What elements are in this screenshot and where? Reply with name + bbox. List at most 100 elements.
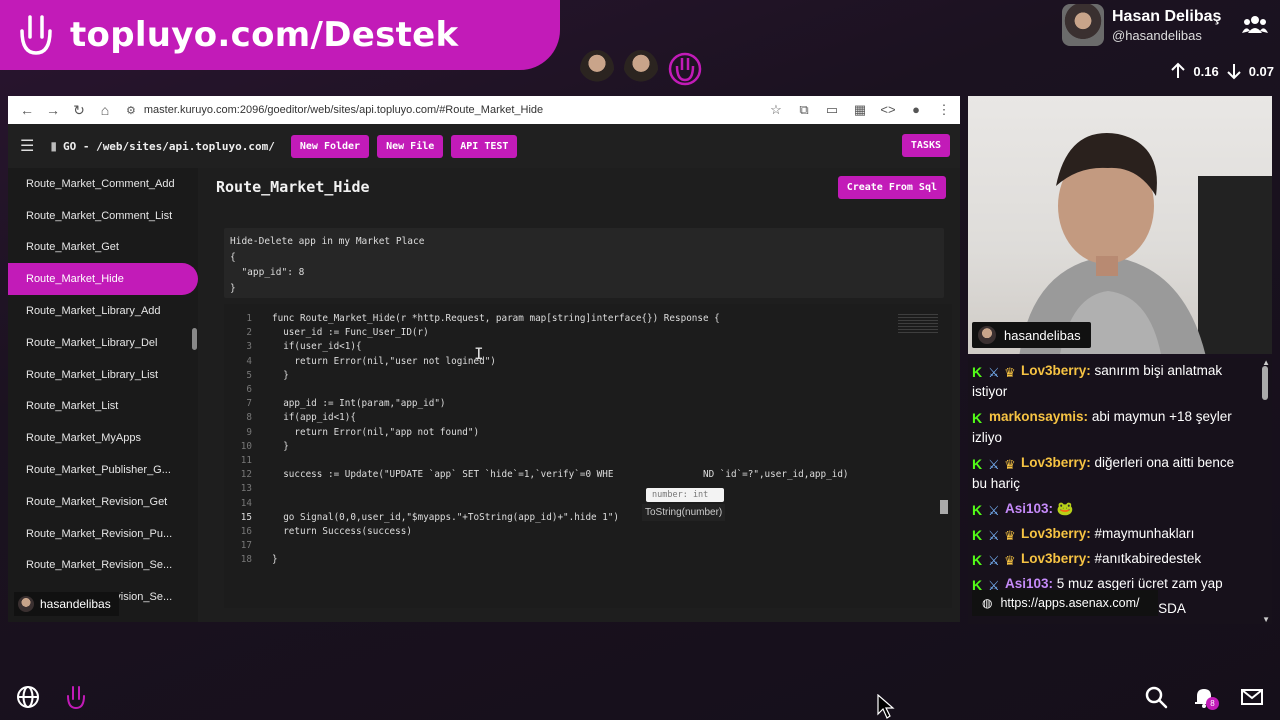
code-line[interactable]: 8 if(app_id<1){: [224, 411, 914, 425]
sidebar-item[interactable]: Route_Market_Revision_Pu...: [8, 518, 198, 550]
url-field[interactable]: ⚙ master.kuruyo.com:2096/goeditor/web/si…: [126, 104, 768, 117]
sidebar-item[interactable]: Route_Market_Library_Del: [8, 327, 198, 359]
code-line[interactable]: 12 success := Update("UPDATE `app` SET `…: [224, 468, 914, 482]
devtools-icon[interactable]: <>: [880, 102, 896, 118]
topluyo-logo-icon[interactable]: [63, 684, 89, 710]
line-number: 7: [246, 398, 252, 410]
chat-text: 5 muz asgeri ücret zam yap: [1056, 576, 1223, 591]
sidebar-item[interactable]: Route_Market_Revision_Get: [8, 486, 198, 518]
chat-message: K ⚔ Asi103: 🐸: [968, 496, 1272, 521]
sidebar-item[interactable]: Route_Market_Library_List: [8, 359, 198, 391]
chat-username[interactable]: Lov3berry:: [1021, 526, 1091, 541]
line-number: 16: [240, 526, 252, 537]
new-file-button[interactable]: New File: [377, 134, 444, 158]
streamer-profile[interactable]: Hasan Delibaş @hasandelibas: [1062, 4, 1221, 46]
sidebar-item[interactable]: Route_Market_Revision_Se...: [8, 550, 198, 582]
code-line[interactable]: 7 app_id := Int(param,"app_id"): [224, 397, 914, 411]
line-number: 2: [246, 327, 252, 339]
code-line[interactable]: 11: [224, 454, 914, 468]
site-info-icon[interactable]: ⚙: [126, 104, 136, 117]
people-icon[interactable]: [1242, 14, 1268, 34]
sidebar-item[interactable]: Route_Market_Publisher_G...: [8, 454, 198, 486]
chat-username[interactable]: markonsaymis:: [989, 409, 1088, 424]
home-icon[interactable]: ⌂: [94, 99, 116, 121]
code-line[interactable]: 4 return Error(nil,"user not logined"): [224, 355, 914, 369]
code-line[interactable]: 6: [224, 383, 914, 397]
scroll-down-icon[interactable]: ▼: [1262, 615, 1270, 624]
globe-icon: ◍: [982, 596, 993, 610]
browser-actions: ☆ ⧉ ▭ ▦ <> ● ⋮: [768, 102, 952, 118]
chat-scrollbar[interactable]: [1262, 366, 1268, 400]
apps-icon[interactable]: ▦: [852, 102, 868, 118]
chat-badges: K⚔: [972, 575, 1002, 593]
code-line[interactable]: 9 return Error(nil,"app not found"): [224, 426, 914, 440]
sidebar-item[interactable]: Route_Market_Library_Add: [8, 295, 198, 327]
code-scrollbar[interactable]: [940, 500, 948, 514]
chat-username[interactable]: Asi103:: [1005, 576, 1053, 591]
brand-text: topluyo.com/Destek: [70, 15, 459, 55]
code-editor[interactable]: 1 func Route_Market_Hide(r *http.Request,…: [224, 304, 952, 608]
globe-icon[interactable]: [15, 684, 41, 710]
code-line[interactable]: 1 func Route_Market_Hide(r *http.Request,…: [224, 312, 914, 326]
new-folder-button[interactable]: New Folder: [290, 134, 370, 158]
line-number: 10: [240, 440, 252, 452]
signature-tooltip: ToString(number): [642, 504, 726, 521]
hamburger-menu-icon[interactable]: ☰: [20, 136, 34, 156]
notification-badge: 8: [1206, 697, 1219, 710]
forward-icon[interactable]: →: [42, 99, 64, 121]
api-test-button[interactable]: API TEST: [451, 134, 518, 158]
download-value: 0.07: [1248, 63, 1274, 79]
page-title: Route_Market_Hide: [216, 178, 370, 196]
code-minimap[interactable]: [898, 314, 938, 334]
code-line[interactable]: 5 }: [224, 369, 914, 383]
sidebar-item[interactable]: Route_Market_Comment_Add: [8, 168, 198, 200]
topluyo-logo-icon: [20, 15, 52, 55]
sword-badge-icon: ⚔: [988, 528, 1000, 543]
kick-badge-icon: K: [972, 577, 983, 593]
code-line[interactable]: 15 go Signal(0,0,user_id,"$myapps."+ToSt…: [224, 511, 914, 525]
code-line[interactable]: 14: [224, 497, 914, 511]
code-line[interactable]: 3 if(user_id<1){: [224, 340, 914, 354]
create-from-sql-button[interactable]: Create From Sql: [837, 176, 946, 199]
chat-username[interactable]: Lov3berry:: [1021, 551, 1091, 566]
sidebar-item-active[interactable]: Route_Market_Hide: [8, 263, 198, 296]
code-line[interactable]: 13: [224, 482, 914, 496]
sword-badge-icon: ⚔: [988, 503, 1000, 518]
sidebar-item[interactable]: Route_Market_MyApps: [8, 422, 198, 454]
tasks-button[interactable]: TASKS: [901, 134, 950, 157]
line-number: 12: [240, 469, 252, 481]
search-icon[interactable]: [1143, 684, 1169, 710]
code-line[interactable]: 18}: [224, 553, 914, 567]
sidebar-item[interactable]: Route_Market_Get: [8, 232, 198, 264]
chat-username[interactable]: Lov3berry:: [1021, 363, 1091, 378]
bookmark-star-icon[interactable]: ☆: [768, 102, 784, 118]
sidebar-item[interactable]: Route_Market_Comment_List: [8, 200, 198, 232]
back-icon[interactable]: ←: [16, 99, 38, 121]
sidebar-item[interactable]: Route_Market_List: [8, 391, 198, 423]
reload-icon[interactable]: ↻: [68, 99, 90, 121]
line-number: 18: [240, 554, 252, 566]
chat-message: K ⚔ ♛ Lov3berry: #anıtkabiredestek: [968, 546, 1272, 571]
link-tag[interactable]: ◍ https://apps.asenax.com/: [972, 590, 1158, 616]
streamer-avatar: [1062, 4, 1104, 46]
code-text: user_id := Func_User_ID(r): [272, 327, 429, 339]
extensions-icon[interactable]: ⧉: [796, 102, 812, 118]
line-number: 6: [246, 384, 252, 395]
description-box[interactable]: Hide-Delete app in my Market Place { "ap…: [224, 228, 944, 298]
chat-username[interactable]: Asi103:: [1005, 501, 1053, 516]
sidebar-scrollbar[interactable]: [192, 328, 197, 350]
code-text: go Signal(0,0,user_id,"$myapps."+ToStrin…: [272, 511, 620, 523]
chat-username[interactable]: Lov3berry:: [1021, 455, 1091, 470]
menu-dots-icon[interactable]: ⋮: [936, 102, 952, 118]
code-line[interactable]: 2 user_id := Func_User_ID(r): [224, 326, 914, 340]
mail-icon[interactable]: [1239, 684, 1265, 710]
line-number: 8: [246, 412, 252, 424]
line-number: 5: [246, 369, 252, 381]
code-line[interactable]: 17: [224, 539, 914, 553]
chat-badges: K ⚔ ♛: [972, 550, 1018, 568]
code-line[interactable]: 10 }: [224, 440, 914, 454]
line-number: 9: [246, 426, 252, 438]
profile-icon[interactable]: ●: [908, 102, 924, 118]
cast-icon[interactable]: ▭: [824, 102, 840, 118]
code-line[interactable]: 16 return Success(success): [224, 525, 914, 539]
